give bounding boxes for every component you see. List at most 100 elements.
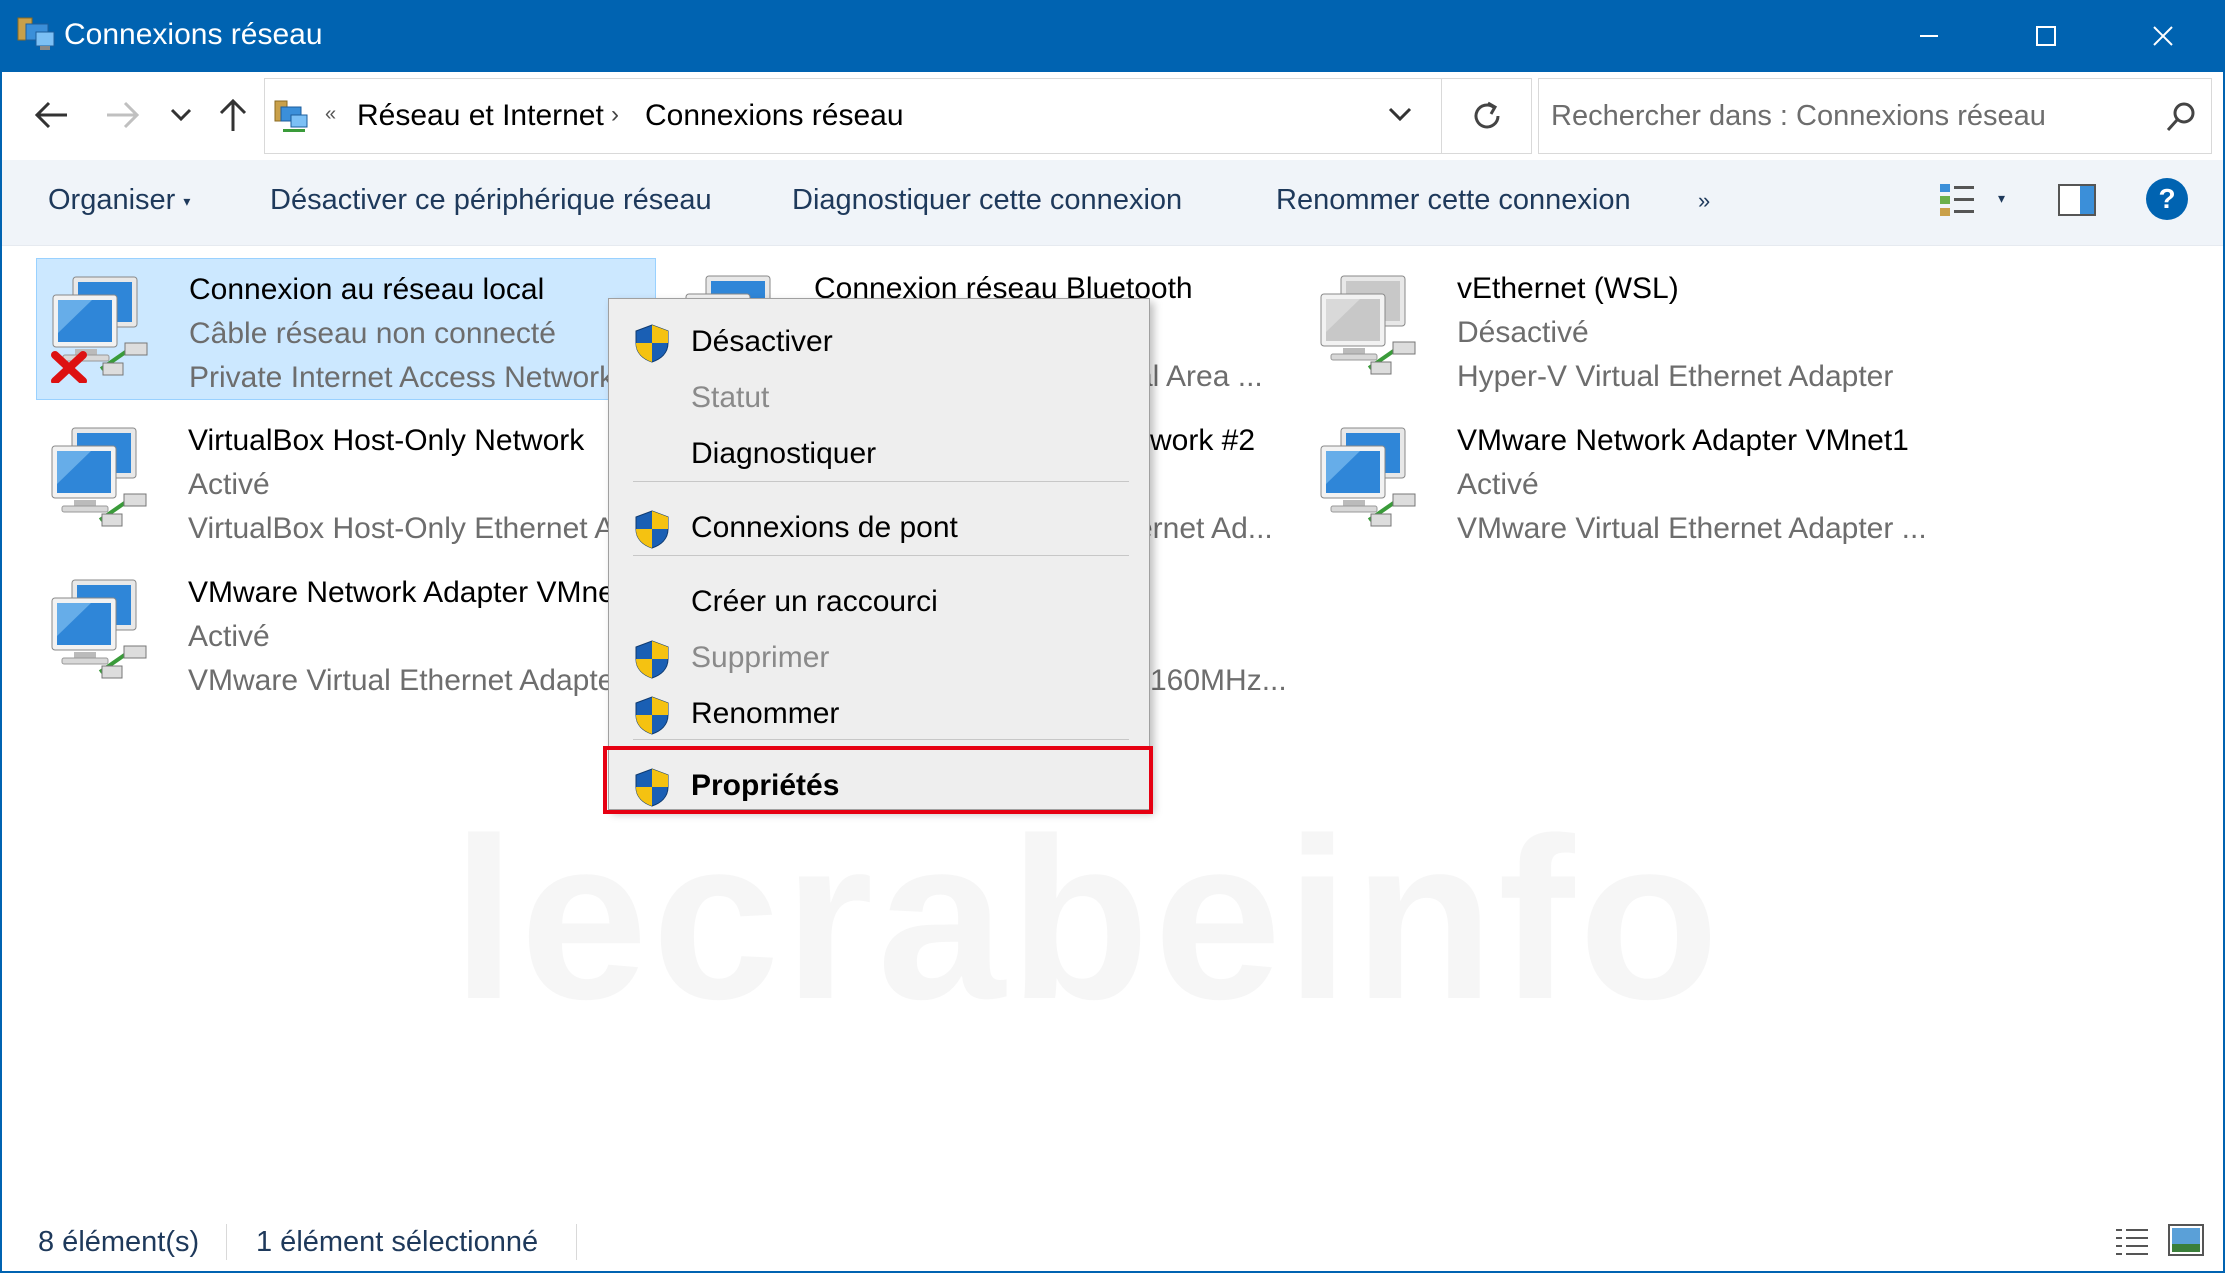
connection-device: Private Internet Access Network [189,361,615,394]
status-divider [226,1224,227,1260]
connection-item[interactable]: VMware Network Adapter VMne Activé VMware … [36,562,608,704]
connection-name: VMware Network Adapter VMne [188,576,608,609]
refresh-button[interactable] [1442,78,1532,154]
menu-item-desactiver[interactable]: Désactiver [609,313,1149,369]
view-options-caret-icon[interactable]: ▾ [1998,190,2005,207]
network-adapter-icon [51,579,147,679]
status-bar: 8 élément(s) 1 élément sélectionné [2,1206,2223,1271]
menu-item-label: Renommer [691,697,840,730]
refresh-icon [1474,101,1499,129]
more-commands-button[interactable]: » [1698,188,1710,214]
connection-status: Activé [188,620,270,653]
arrow-right-icon [107,101,140,129]
preview-pane-icon[interactable] [2058,184,2096,216]
connection-name: VMware Network Adapter VMnet1 [1457,424,1909,457]
connection-item[interactable]: Connexion au réseau local Câble réseau no… [36,258,656,400]
menu-separator [633,481,1129,482]
uac-shield-icon [635,324,669,363]
arrow-left-icon [34,101,67,129]
menu-separator [633,555,1129,556]
breadcrumb-separator[interactable]: › [611,101,619,129]
menu-item-connexions-de-pont[interactable]: Connexions de pont [609,499,1149,555]
network-adapter-icon [51,427,147,527]
connection-device: VirtualBox Host-Only Ethernet Ad [188,512,608,545]
properties-highlight-box [603,746,1153,814]
forward-button[interactable] [98,90,148,140]
maximize-button[interactable] [1988,0,2104,72]
connection-item[interactable]: VMware Network Adapter VMnet1 Activé VMwar… [1305,410,1927,552]
connection-device: Hyper-V Virtual Ethernet Adapter [1457,360,1894,393]
menu-item-diagnostiquer[interactable]: Diagnostiquer [609,425,1149,481]
minimize-button[interactable] [1871,0,1987,72]
search-input[interactable]: Rechercher dans : Connexions réseau [1538,78,2212,154]
breadcrumb-connexions-reseau[interactable]: Connexions réseau [645,99,904,133]
details-view-icon[interactable] [2114,1226,2150,1256]
network-adapter-icon [1320,275,1416,375]
connection-status: Désactivé [1457,316,1589,349]
connection-name: vEthernet (WSL) [1457,272,1679,305]
connection-device: VMware Virtual Ethernet Adapter ... [1457,512,1927,545]
connection-device: 160MHz... [1150,664,1287,697]
menu-item-renommer[interactable]: Renommer [609,685,1149,741]
close-icon [2153,26,2173,46]
maximize-icon [2036,26,2056,46]
uac-shield-icon [635,640,669,679]
network-adapter-icon [51,276,148,383]
search-icon[interactable] [2165,101,2197,133]
status-divider [576,1224,577,1260]
up-button[interactable] [208,90,258,140]
disable-device-button[interactable]: Désactiver ce périphérique réseau [270,184,712,217]
diagnose-connection-button[interactable]: Diagnostiquer cette connexion [792,184,1182,217]
close-button[interactable] [2105,0,2221,72]
menu-item-label: Statut [691,381,770,414]
breadcrumb-overflow[interactable]: « [325,103,336,126]
connection-name: work #2 [1150,424,1256,457]
connection-status: Activé [188,468,270,501]
menu-item-label: Connexions de pont [691,511,958,544]
menu-item-supprimer: Supprimer [609,629,1149,685]
back-button[interactable] [26,90,76,140]
title-bar: Connexions réseau [0,0,2225,72]
large-icons-view-icon[interactable] [2168,1224,2204,1256]
uac-shield-icon [635,696,669,735]
help-button[interactable]: ? [2146,178,2188,220]
watermark: lecrabeinfo [452,786,1723,1051]
caret-down-icon: ▾ [183,192,191,209]
connection-name: VirtualBox Host-Only Network [188,424,585,457]
organize-label: Organiser [48,184,176,216]
menu-item-label: Créer un raccourci [691,585,938,618]
menu-item-label: Désactiver [691,325,833,358]
recent-locations-button[interactable] [156,90,206,140]
connection-device: ernet Ad... [1136,512,1273,545]
change-view-icon[interactable] [1938,182,1978,218]
connection-status: Activé [1457,468,1539,501]
organize-menu[interactable]: Organiser ▾ [48,184,190,217]
breadcrumb-reseau-et-internet[interactable]: Réseau et Internet [357,99,604,133]
rename-connection-button[interactable]: Renommer cette connexion [1276,184,1631,217]
connection-device: VMware Virtual Ethernet Adapte [188,664,608,697]
context-menu: Désactiver Statut Diagnostiquer Connexions… [608,298,1150,810]
connection-item[interactable]: vEthernet (WSL) Désactivé Hyper-V Virtual … [1305,258,1925,400]
minimize-icon [1920,35,1938,37]
chevron-down-icon [170,108,192,122]
arrow-up-icon [219,98,247,131]
selection-count: 1 élément sélectionné [256,1226,539,1258]
network-connections-icon [17,17,55,50]
connection-item[interactable]: VirtualBox Host-Only Network Activé Virtua… [36,410,608,552]
network-folder-icon [274,100,308,132]
item-count: 8 élément(s) [38,1226,200,1258]
search-placeholder: Rechercher dans : Connexions réseau [1551,100,2046,132]
window-title: Connexions réseau [64,18,323,51]
command-bar: Organiser ▾ Désactiver ce périphérique ré… [2,160,2223,246]
menu-separator [633,739,1129,740]
connection-device: al Area ... [1136,360,1263,393]
menu-item-creer-un-raccourci[interactable]: Créer un raccourci [609,573,1149,629]
address-row: « Réseau et Internet › Connexions réseau… [2,72,2223,160]
menu-item-statut: Statut [609,369,1149,425]
address-dropdown-icon[interactable] [1387,105,1413,123]
uac-shield-icon [635,510,669,549]
menu-item-label: Supprimer [691,641,830,674]
connection-name: Connexion au réseau local [189,273,545,306]
address-bar[interactable]: « Réseau et Internet › Connexions réseau [264,78,1442,154]
connection-status: Câble réseau non connecté [189,317,556,350]
